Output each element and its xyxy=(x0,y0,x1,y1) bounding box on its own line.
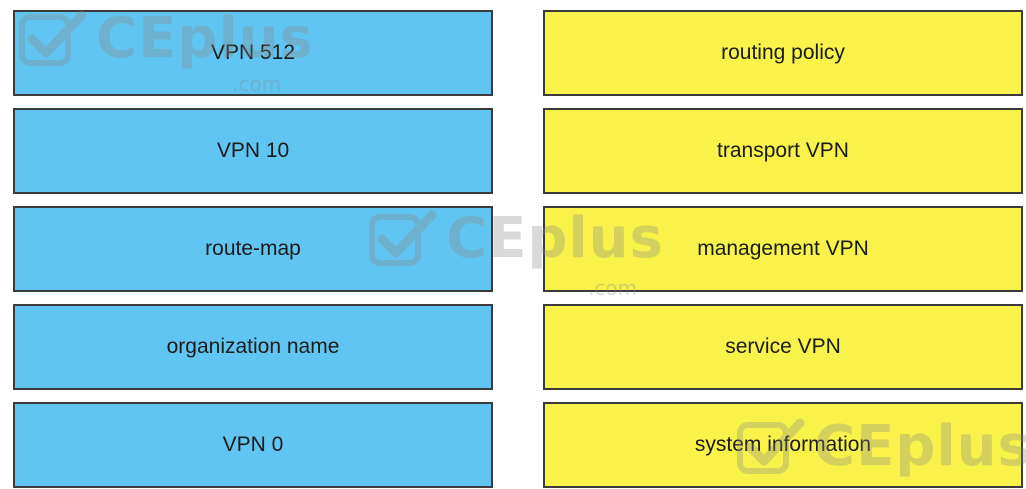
drop-target-transport-vpn[interactable]: transport VPN xyxy=(543,108,1023,194)
drop-target-label: transport VPN xyxy=(717,139,849,162)
drop-target-label: routing policy xyxy=(721,41,845,64)
drag-item-vpn-10[interactable]: VPN 10 xyxy=(13,108,493,194)
drag-item-organization-name[interactable]: organization name xyxy=(13,304,493,390)
watermark-suffix: .com xyxy=(232,72,282,96)
drag-item-label: organization name xyxy=(166,335,340,358)
drag-item-label: VPN 0 xyxy=(222,433,284,456)
drag-item-vpn-0[interactable]: VPN 0 xyxy=(13,402,493,488)
drag-item-route-map[interactable]: route-map xyxy=(13,206,493,292)
drop-target-system-information[interactable]: system information xyxy=(543,402,1023,488)
drag-item-label: VPN 512 xyxy=(210,41,296,64)
drop-target-service-vpn[interactable]: service VPN xyxy=(543,304,1023,390)
drop-target-routing-policy[interactable]: routing policy xyxy=(543,10,1023,96)
drag-item-label: route-map xyxy=(205,237,301,260)
right-column: routing policy transport VPN management … xyxy=(543,10,1023,488)
drag-item-label: VPN 10 xyxy=(216,139,290,162)
drop-target-label: system information xyxy=(694,433,872,456)
drop-target-label: service VPN xyxy=(725,335,841,358)
watermark-suffix: .com xyxy=(588,276,638,300)
drop-target-label: management VPN xyxy=(697,237,869,260)
